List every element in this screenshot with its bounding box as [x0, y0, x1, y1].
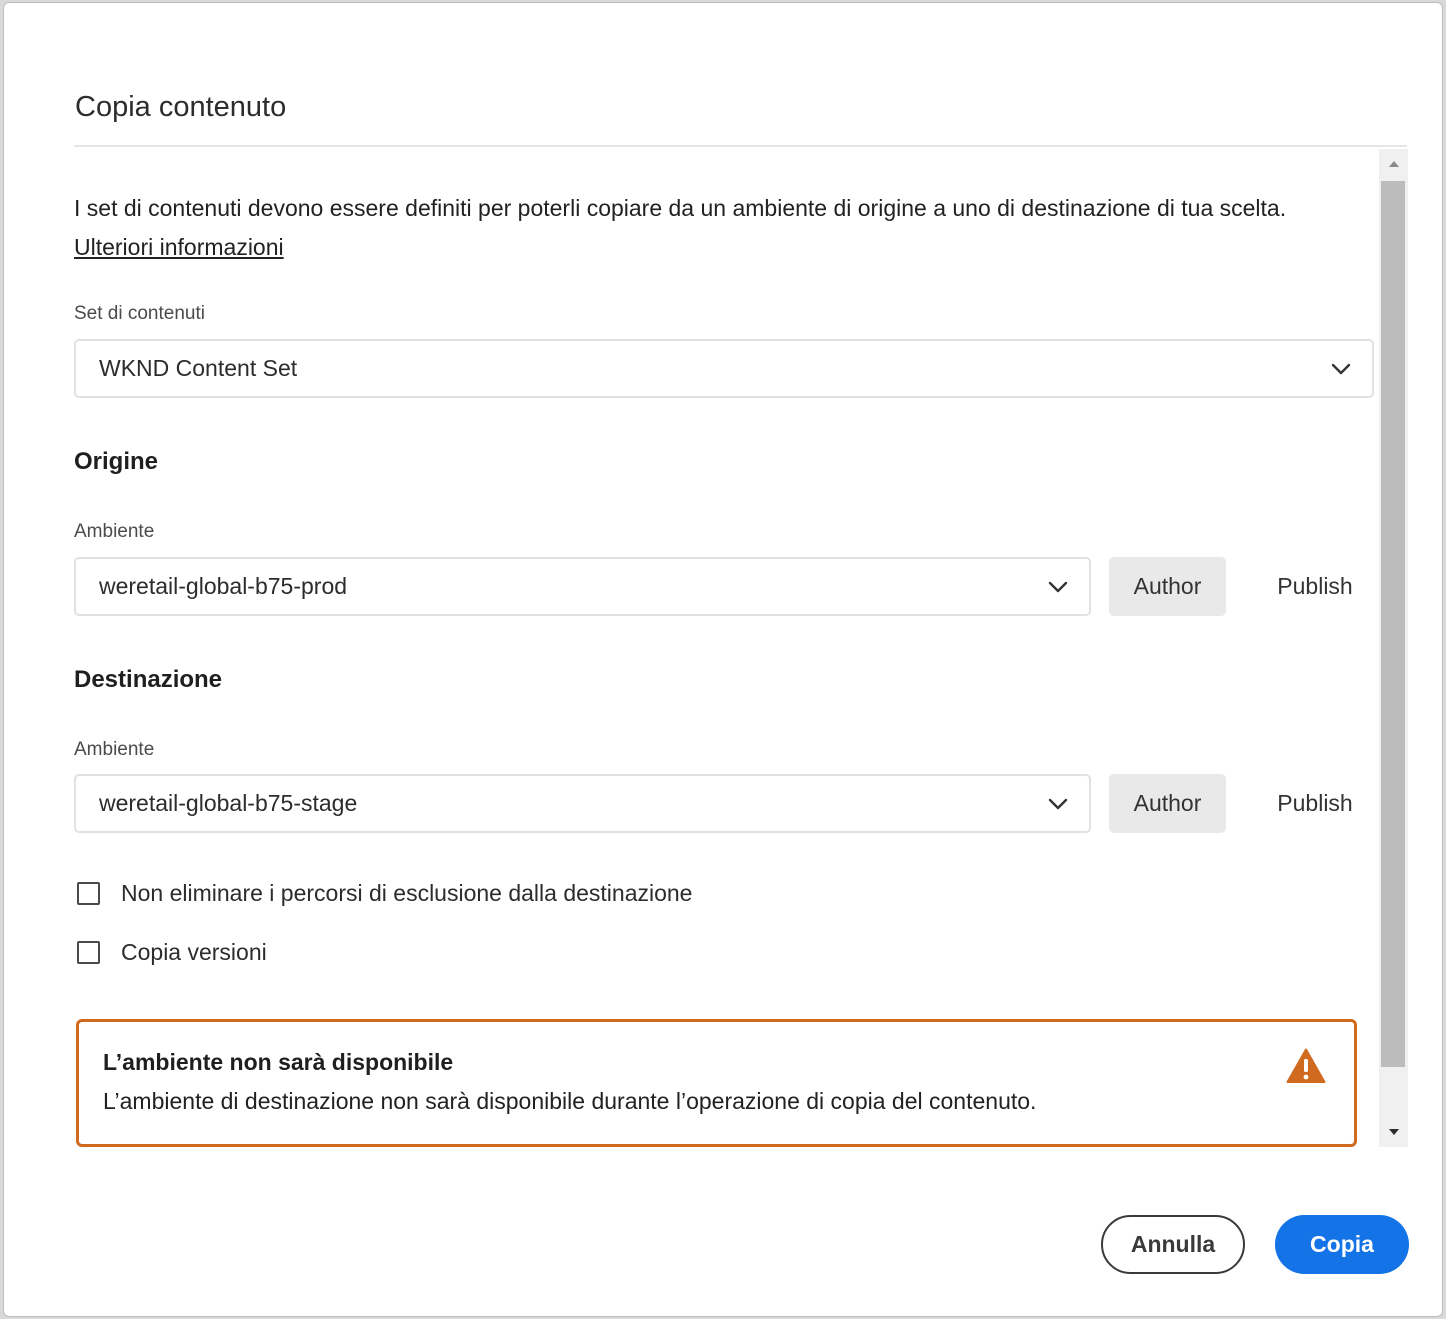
keep-exclusions-checkbox[interactable]	[77, 882, 100, 905]
scroll-down-arrow-icon[interactable]	[1379, 1117, 1408, 1147]
destination-author-toggle[interactable]: Author	[1109, 774, 1226, 833]
destination-env-select[interactable]: weretail-global-b75-stage	[74, 774, 1091, 833]
dialog-title: Copia contenuto	[75, 91, 287, 123]
content-set-value: WKND Content Set	[99, 355, 298, 381]
dialog-body: I set di contenuti devono essere definit…	[74, 149, 1379, 1147]
scrollbar-thumb[interactable]	[1381, 181, 1405, 1067]
origin-env-select[interactable]: weretail-global-b75-prod	[74, 557, 1091, 616]
chevron-down-icon	[1048, 581, 1068, 593]
intro-paragraph: I set di contenuti devono essere definit…	[74, 189, 1286, 267]
scroll-up-arrow-icon[interactable]	[1379, 149, 1408, 179]
alert-triangle-icon	[1286, 1048, 1326, 1083]
keep-exclusions-option[interactable]: Non eliminare i percorsi di esclusione d…	[77, 880, 692, 907]
title-divider	[74, 145, 1407, 147]
destination-env-label: Ambiente	[74, 739, 155, 760]
chevron-down-icon	[1048, 798, 1068, 810]
vertical-scrollbar[interactable]	[1379, 149, 1408, 1147]
origin-author-toggle[interactable]: Author	[1109, 557, 1226, 616]
warning-alert: L’ambiente non sarà disponibile L’ambien…	[76, 1019, 1357, 1147]
warning-title: L’ambiente non sarà disponibile	[103, 1049, 454, 1075]
chevron-down-icon	[1331, 363, 1351, 375]
origin-section-title: Origine	[74, 448, 159, 475]
intro-text: I set di contenuti devono essere definit…	[74, 195, 1287, 221]
content-set-label: Set di contenuti	[74, 303, 205, 324]
origin-env-label: Ambiente	[74, 521, 155, 542]
cancel-button[interactable]: Annulla	[1101, 1215, 1245, 1274]
keep-exclusions-label: Non eliminare i percorsi di esclusione d…	[121, 880, 693, 906]
copy-versions-option[interactable]: Copia versioni	[77, 939, 267, 966]
destination-publish-toggle[interactable]: Publish	[1260, 774, 1370, 833]
warning-text: L’ambiente di destinazione non sarà disp…	[103, 1088, 1037, 1114]
destination-env-value: weretail-global-b75-stage	[99, 790, 358, 816]
copy-versions-label: Copia versioni	[121, 939, 267, 965]
copy-content-dialog: Copia contenuto I set di contenuti devon…	[3, 2, 1443, 1317]
destination-section-title: Destinazione	[74, 666, 223, 693]
origin-env-value: weretail-global-b75-prod	[99, 573, 348, 599]
content-set-select[interactable]: WKND Content Set	[74, 339, 1374, 398]
origin-publish-toggle[interactable]: Publish	[1260, 557, 1370, 616]
copy-button[interactable]: Copia	[1275, 1215, 1409, 1274]
copy-versions-checkbox[interactable]	[77, 941, 100, 964]
learn-more-link[interactable]: Ulteriori informazioni	[74, 234, 284, 260]
